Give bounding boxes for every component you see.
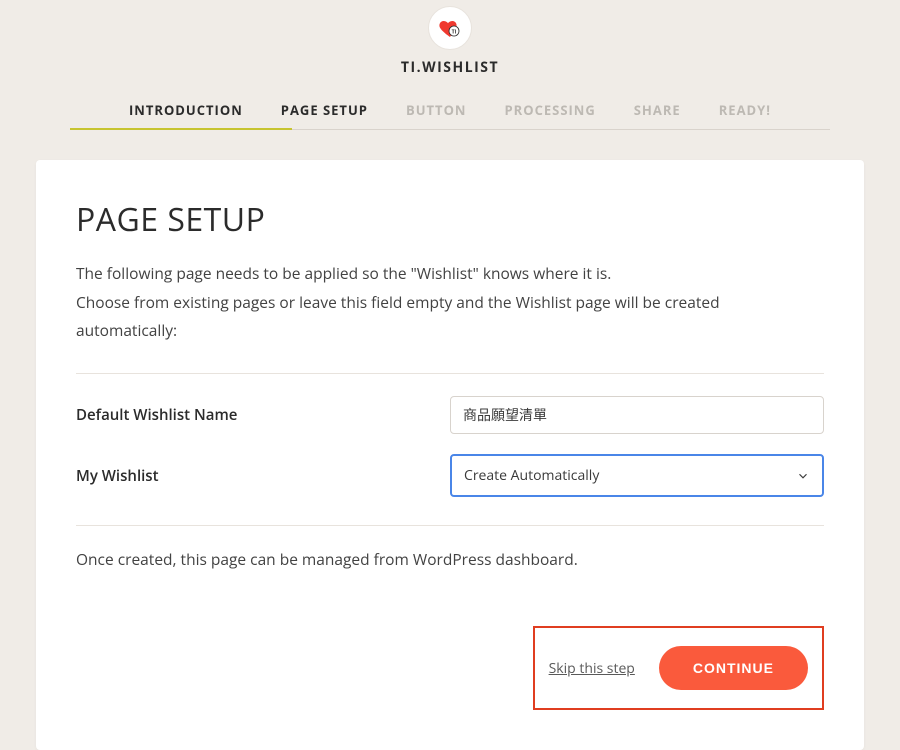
tab-introduction[interactable]: INTRODUCTION [129, 101, 243, 119]
default-wishlist-name-input[interactable] [450, 396, 824, 434]
actions-highlight-box: Skip this step CONTINUE [533, 626, 824, 710]
desc-line-2: Choose from existing pages or leave this… [76, 288, 824, 345]
my-wishlist-label: My Wishlist [76, 466, 450, 486]
my-wishlist-selected-value: Create Automatically [464, 466, 599, 485]
my-wishlist-select[interactable]: Create Automatically [450, 454, 824, 497]
wizard-tabs: INTRODUCTION PAGE SETUP BUTTON PROCESSIN… [70, 101, 830, 130]
svg-text:TI: TI [452, 27, 457, 35]
app-logo: TI [428, 6, 472, 50]
tab-processing[interactable]: PROCESSING [505, 101, 596, 119]
tab-ready[interactable]: READY! [719, 101, 771, 119]
tab-button[interactable]: BUTTON [406, 101, 467, 119]
skip-this-step-link[interactable]: Skip this step [549, 659, 635, 678]
tab-share[interactable]: SHARE [634, 101, 681, 119]
continue-button[interactable]: CONTINUE [659, 646, 808, 690]
main-card: PAGE SETUP The following page needs to b… [36, 160, 864, 750]
page-title: PAGE SETUP [76, 198, 824, 241]
desc-line-1: The following page needs to be applied s… [76, 259, 824, 288]
app-title: TI.WISHLIST [401, 58, 499, 77]
form-row-my-wishlist: My Wishlist Create Automatically [76, 454, 824, 497]
form-row-default-name: Default Wishlist Name [76, 396, 824, 434]
chevron-down-icon [796, 469, 810, 483]
divider [76, 373, 824, 374]
heart-icon: TI [438, 16, 462, 40]
tab-page-setup[interactable]: PAGE SETUP [281, 101, 368, 119]
page-description: The following page needs to be applied s… [76, 259, 824, 345]
tab-underline [70, 128, 292, 130]
default-wishlist-name-label: Default Wishlist Name [76, 405, 450, 425]
page-note: Once created, this page can be managed f… [76, 548, 824, 570]
divider [76, 525, 824, 526]
